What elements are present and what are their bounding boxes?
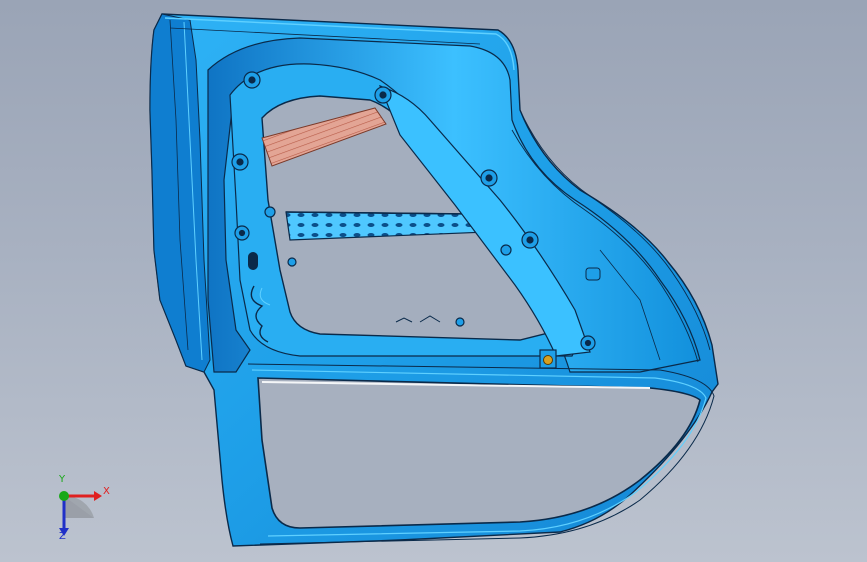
- lower-window-opening: [257, 377, 701, 529]
- axis-triad: X Y Z: [40, 474, 120, 548]
- axis-z-label: Z: [59, 531, 66, 542]
- axis-x-label: X: [103, 486, 110, 497]
- axis-y-dot: [59, 491, 69, 501]
- cad-viewport[interactable]: X Y Z: [0, 0, 867, 562]
- axis-y-label: Y: [59, 474, 66, 485]
- striker-bracket: [539, 349, 557, 369]
- door-inner-panel-model[interactable]: [0, 0, 867, 562]
